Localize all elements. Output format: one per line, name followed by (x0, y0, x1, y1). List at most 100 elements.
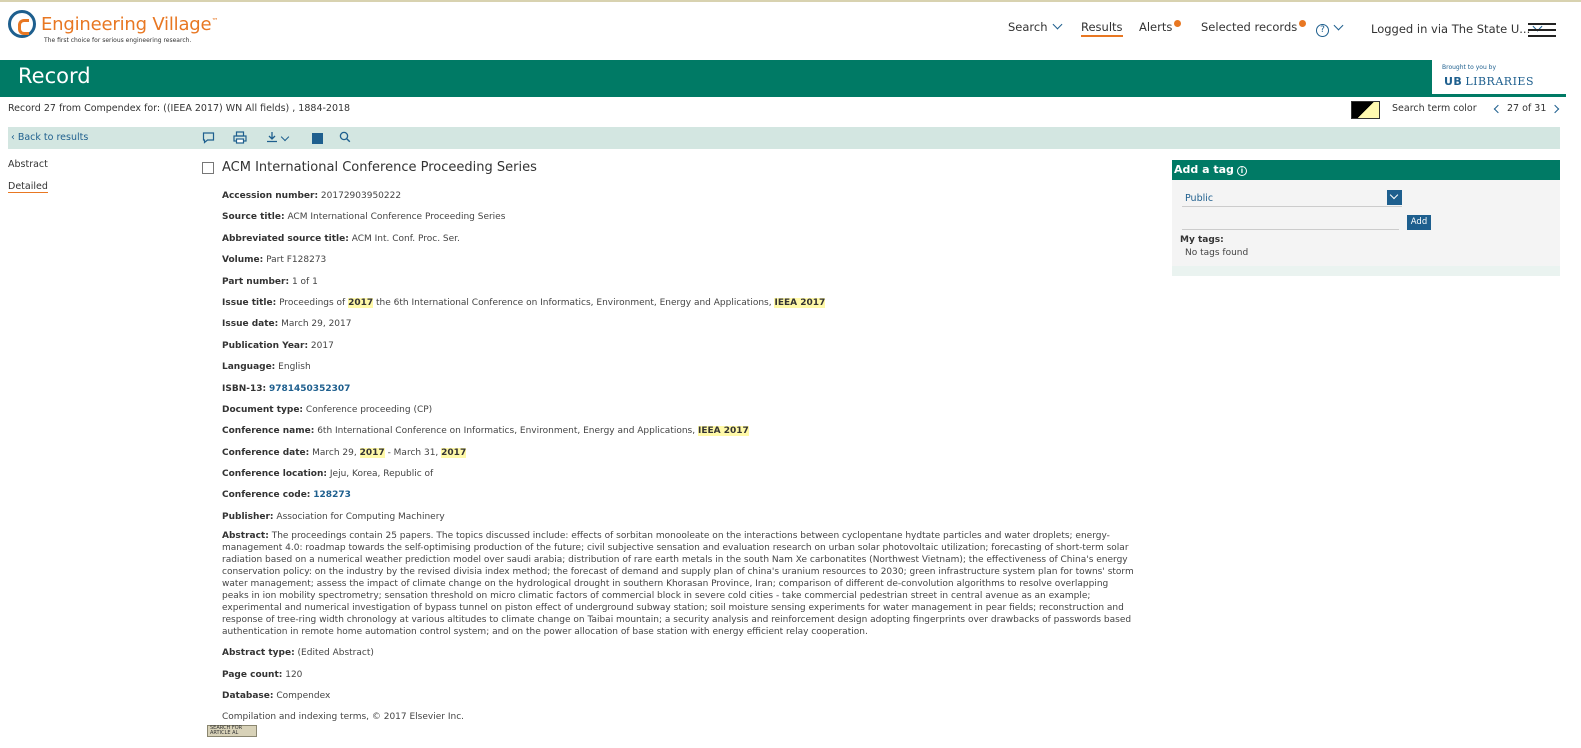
add-tag-button[interactable]: Add (1407, 215, 1431, 230)
record-info: Record 27 from Compendex for: ((IEEA 201… (8, 103, 351, 114)
field-document-type: Document type: Conference proceeding (CP… (222, 404, 1137, 425)
field-conference-name: Conference name: 6th International Confe… (222, 425, 1137, 446)
isbn-link[interactable]: 9781450352307 (269, 384, 350, 394)
search-highlight: 2017 (348, 297, 374, 308)
brought-to-you-by[interactable]: Brought to you by UB LIBRARIES (1431, 60, 1566, 97)
field-value: Compendex (276, 691, 331, 702)
field-abstract-type: Abstract type: (Edited Abstract) (222, 647, 1137, 668)
tag-form: Public Add My tags: No tags found (1172, 180, 1560, 266)
pager-label: 27 of 31 (1507, 103, 1547, 114)
nav-search[interactable]: Search (1008, 19, 1062, 35)
tag-visibility-select[interactable]: Public (1182, 190, 1402, 207)
search-term-color-label: Search term color (1392, 103, 1477, 114)
field-label: Abbreviated source title: (222, 233, 349, 244)
page-title: Record (18, 64, 91, 88)
field-value: - March 31, (387, 447, 439, 458)
record-pager: 27 of 31 (1493, 103, 1560, 114)
nav-search-label: Search (1008, 20, 1048, 34)
chevron-left-icon[interactable] (1493, 104, 1503, 113)
brought-by-label: Brought to you by (1442, 64, 1497, 71)
field-abbrev-title: Abbreviated source title: ACM Int. Conf.… (222, 233, 1137, 254)
library-logo: UB LIBRARIES (1444, 75, 1534, 88)
field-value: 120 (285, 669, 303, 680)
record-toolbar: ‹ Back to results (8, 127, 1560, 149)
field-volume: Volume: Part F128273 (222, 254, 1137, 275)
copyright-notice: Compilation and indexing terms, © 2017 E… (222, 712, 464, 723)
field-accession: Accession number: 20172903950222 (222, 190, 1137, 211)
field-value: 6th International Conference on Informat… (317, 426, 696, 437)
search-for-article-button[interactable]: SEARCH FOR ARTICLE AL (207, 725, 257, 737)
info-icon[interactable]: i (1236, 166, 1247, 176)
chevron-down-icon (1052, 19, 1062, 30)
field-label: ISBN-13: (222, 383, 267, 394)
library-name: LIBRARIES (1465, 75, 1534, 88)
search-highlight: IEEA 2017 (697, 426, 749, 437)
field-value: Proceedings of (279, 297, 346, 308)
back-to-results-link[interactable]: ‹ Back to results (11, 132, 88, 143)
back-label: Back to results (17, 132, 89, 143)
field-label: Document type: (222, 404, 304, 415)
library-mark: UB (1444, 75, 1463, 88)
header: Engineering Village™ The first choice fo… (0, 2, 1581, 60)
tag-visibility-value: Public (1185, 193, 1214, 204)
field-label: Volume: (222, 255, 264, 266)
record-title: ACM International Conference Proceeding … (222, 160, 537, 175)
chevron-down-icon (1333, 20, 1344, 31)
field-value: 2017 (310, 340, 334, 351)
menu-icon[interactable] (1528, 23, 1556, 37)
nav-selected-records[interactable]: Selected records (1201, 19, 1307, 35)
field-value: English (278, 362, 311, 373)
field-language: Language: English (222, 361, 1137, 382)
app-tagline: The first choice for serious engineering… (44, 37, 192, 44)
select-record-checkbox[interactable] (202, 161, 214, 174)
field-label: Conference code: (222, 490, 311, 501)
field-issue-date: Issue date: March 29, 2017 (222, 318, 1137, 339)
login-label: Logged in via The State U... (1371, 22, 1531, 36)
trademark: ™ (211, 17, 219, 25)
search-highlight: IEEA 2017 (774, 297, 826, 308)
nav-help[interactable]: ? (1316, 20, 1344, 37)
tag-input[interactable] (1182, 213, 1399, 230)
field-conference-date: Conference date: March 29, 2017 - March … (222, 447, 1137, 468)
field-value: ACM Int. Conf. Proc. Ser. (351, 233, 460, 244)
field-source-title: Source title: ACM International Conferen… (222, 211, 1137, 232)
record-fields: Accession number: 20172903950222 Source … (222, 190, 1137, 733)
field-conference-location: Conference location: Jeju, Korea, Republ… (222, 468, 1137, 489)
sfx-line2: ARTICLE AL (210, 730, 239, 736)
field-label: Issue title: (222, 297, 277, 308)
search-highlight: 2017 (359, 447, 385, 458)
nav-results[interactable]: Results (1081, 19, 1123, 37)
search-icon[interactable] (339, 131, 351, 145)
field-part-number: Part number: 1 of 1 (222, 276, 1137, 297)
field-value: Jeju, Korea, Republic of (329, 469, 434, 480)
field-value: the 6th International Conference on Info… (376, 297, 772, 308)
download-icon[interactable] (266, 131, 290, 145)
field-label: Abstract type: (222, 648, 295, 659)
save-icon[interactable] (312, 133, 323, 144)
field-label: Publisher: (222, 511, 274, 522)
selected-records-badge (1299, 20, 1307, 27)
field-label: Language: (222, 362, 276, 373)
field-label: Publication Year: (222, 340, 309, 351)
help-icon: ? (1316, 24, 1329, 37)
field-label: Accession number: (222, 191, 319, 201)
search-highlight: 2017 (441, 447, 467, 458)
nav-login[interactable]: Logged in via The State U... (1371, 21, 1543, 37)
search-term-color-swatch[interactable] (1351, 101, 1380, 119)
print-icon[interactable] (233, 131, 247, 145)
nav-alerts[interactable]: Alerts (1139, 19, 1182, 35)
field-value: March 29, 2017 (281, 319, 352, 330)
comment-icon[interactable] (202, 131, 215, 145)
record-title-row: ACM International Conference Proceeding … (202, 160, 537, 175)
field-label: Part number: (222, 276, 290, 287)
conference-code-link[interactable]: 128273 (313, 490, 351, 500)
chevron-down-icon (280, 132, 290, 142)
field-label: Page count: (222, 669, 283, 680)
section-nav-detailed[interactable]: Detailed (8, 181, 48, 193)
chevron-right-icon[interactable] (1551, 104, 1560, 113)
chevron-down-icon[interactable] (1387, 190, 1402, 205)
ev-logo-icon (8, 10, 36, 38)
logo[interactable]: Engineering Village™ The first choice fo… (8, 10, 218, 45)
section-nav-abstract[interactable]: Abstract (8, 159, 48, 170)
field-label: Conference name: (222, 426, 315, 437)
